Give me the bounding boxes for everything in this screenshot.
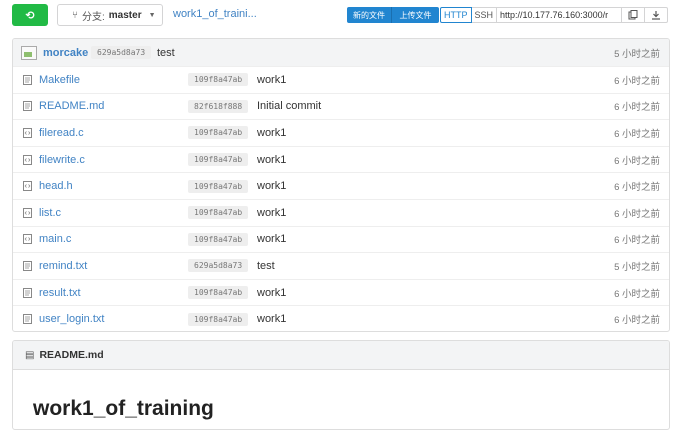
file-row: main.c 109f8a47ab work1 6 小时之前	[13, 225, 669, 253]
commit-author[interactable]: morcake	[43, 47, 88, 59]
file-commit-sha[interactable]: 629a5d8a73	[188, 259, 249, 273]
file-commit-time: 6 小时之前	[614, 182, 660, 194]
copy-button[interactable]	[622, 7, 646, 23]
file-name-link[interactable]: remind.txt	[39, 260, 87, 272]
file-row: README.md 82f618f888 Initial commit 6 小时之前	[13, 92, 669, 120]
repo-breadcrumb[interactable]: work1_of_traini...	[173, 8, 257, 20]
file-commit-time: 6 小时之前	[614, 155, 660, 167]
file-code-icon	[23, 181, 32, 192]
readme-header: ▤ README.md	[13, 341, 669, 370]
file-commit-time: 6 小时之前	[614, 235, 660, 247]
file-row: filewrite.c 109f8a47ab work1 6 小时之前	[13, 145, 669, 173]
file-commit-message[interactable]: work1	[257, 154, 286, 166]
file-commit-message[interactable]: test	[257, 260, 275, 272]
readme-heading: work1_of_training	[33, 397, 214, 420]
file-code-icon	[23, 127, 32, 138]
file-commit-message[interactable]: work1	[257, 233, 286, 245]
file-list-table: morcake 629a5d8a73 test 5 小时之前 Makefile 1…	[12, 38, 670, 332]
file-name-link[interactable]: Makefile	[39, 74, 80, 86]
file-row: Makefile 109f8a47ab work1 6 小时之前	[13, 66, 669, 93]
file-commit-time: 6 小时之前	[614, 102, 660, 114]
file-text-icon	[23, 101, 32, 112]
file-commit-time: 6 小时之前	[614, 75, 660, 87]
new-file-button[interactable]: 新的文件	[347, 7, 391, 23]
file-commit-sha[interactable]: 109f8a47ab	[188, 153, 249, 167]
latest-commit-row: morcake 629a5d8a73 test 5 小时之前	[13, 39, 669, 66]
file-code-icon	[23, 234, 32, 245]
file-row: remind.txt 629a5d8a73 test 5 小时之前	[13, 252, 669, 279]
file-name-link[interactable]: fileread.c	[39, 127, 84, 139]
download-icon	[652, 11, 661, 20]
file-text-icon	[23, 314, 32, 325]
file-commit-sha[interactable]: 109f8a47ab	[188, 126, 249, 140]
file-code-icon	[23, 154, 32, 165]
branch-name: master	[108, 9, 142, 21]
branch-dropdown[interactable]: ⑂ 分支: master ▼	[57, 4, 163, 26]
file-commit-time: 6 小时之前	[614, 288, 660, 300]
file-row: user_login.txt 109f8a47ab work1 6 小时之前	[13, 305, 669, 331]
file-commit-sha[interactable]: 109f8a47ab	[188, 179, 249, 193]
compare-branch-button[interactable]: ⟲	[12, 4, 48, 26]
file-name-link[interactable]: result.txt	[39, 287, 81, 299]
file-commit-message[interactable]: work1	[257, 287, 286, 299]
file-commit-message[interactable]: work1	[257, 207, 286, 219]
file-code-icon	[23, 207, 32, 218]
readme-panel: ▤ README.md work1_of_training	[12, 340, 670, 430]
clone-panel: HTTP SSH http://10.177.76.160:3000/r	[440, 7, 674, 23]
file-commit-message[interactable]: work1	[257, 127, 286, 139]
download-button[interactable]	[645, 7, 669, 23]
file-commit-message[interactable]: work1	[257, 313, 286, 325]
file-commit-time: 6 小时之前	[614, 128, 660, 140]
copy-icon	[628, 10, 638, 20]
file-commit-message[interactable]: work1	[257, 180, 286, 192]
commit-message: test	[157, 46, 175, 59]
file-name-link[interactable]: head.h	[39, 180, 73, 192]
file-name-link[interactable]: README.md	[39, 100, 104, 112]
repo-toolbar: ⟲ ⑂ 分支: master ▼ work1_of_traini... 新的文件…	[0, 0, 677, 30]
file-row: head.h 109f8a47ab work1 6 小时之前	[13, 172, 669, 199]
http-button[interactable]: HTTP	[440, 7, 472, 23]
file-commit-time: 6 小时之前	[614, 208, 660, 220]
book-icon: ▤	[25, 349, 35, 361]
file-name-link[interactable]: list.c	[39, 207, 61, 219]
commit-sha[interactable]: 629a5d8a73	[91, 46, 152, 59]
upload-file-button[interactable]: 上传文件	[391, 7, 439, 23]
file-commit-time: 6 小时之前	[614, 315, 660, 327]
file-commit-sha[interactable]: 109f8a47ab	[188, 312, 249, 326]
file-commit-sha[interactable]: 109f8a47ab	[188, 286, 249, 300]
branch-prefix: 分支:	[82, 11, 105, 23]
avatar	[21, 45, 37, 60]
chevron-down-icon: ▼	[148, 11, 156, 19]
file-row: list.c 109f8a47ab work1 6 小时之前	[13, 198, 669, 226]
file-commit-message[interactable]: work1	[257, 74, 286, 86]
file-text-icon	[23, 260, 32, 271]
file-commit-sha[interactable]: 109f8a47ab	[188, 206, 249, 220]
file-name-link[interactable]: filewrite.c	[39, 154, 85, 166]
file-commit-time: 5 小时之前	[614, 261, 660, 273]
file-name-link[interactable]: main.c	[39, 233, 71, 245]
file-text-icon	[23, 74, 32, 85]
branch-icon: ⑂	[72, 9, 78, 21]
file-row: fileread.c 109f8a47ab work1 6 小时之前	[13, 119, 669, 146]
file-commit-sha[interactable]: 109f8a47ab	[188, 232, 249, 246]
file-commit-sha[interactable]: 82f618f888	[188, 99, 249, 113]
file-text-icon	[23, 287, 32, 298]
readme-title: README.md	[39, 349, 104, 361]
ssh-button[interactable]: SSH	[471, 7, 498, 23]
file-commit-message[interactable]: Initial commit	[257, 100, 321, 112]
sync-icon: ⟲	[25, 9, 35, 22]
file-row: result.txt 109f8a47ab work1 6 小时之前	[13, 278, 669, 306]
file-commit-sha[interactable]: 109f8a47ab	[188, 73, 249, 87]
clone-url-input[interactable]: http://10.177.76.160:3000/r	[497, 7, 623, 23]
file-name-link[interactable]: user_login.txt	[39, 313, 104, 325]
commit-time: 5 小时之前	[614, 48, 660, 60]
